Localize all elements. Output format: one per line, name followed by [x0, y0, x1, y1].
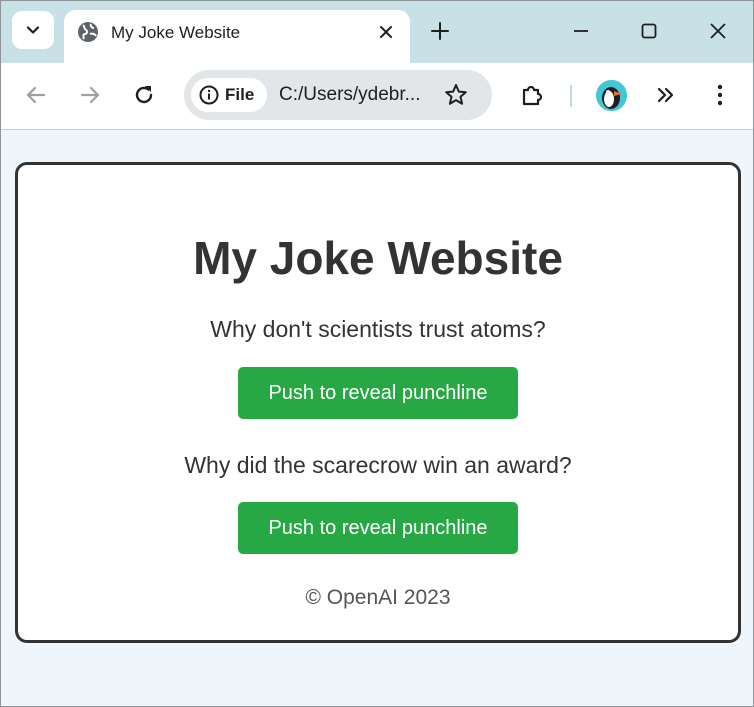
back-arrow-icon[interactable] — [23, 82, 49, 108]
chevron-down-icon — [26, 26, 40, 34]
joke-question: Why did the scarecrow win an award? — [184, 452, 572, 478]
puffin-avatar-icon — [596, 80, 627, 111]
more-menu-icon[interactable] — [707, 82, 733, 108]
toolbar-divider — [570, 85, 572, 107]
browser-toolbar: File C:/Users/ydebr... — [1, 63, 753, 130]
page-title: My Joke Website — [193, 232, 563, 284]
tab-active[interactable]: My Joke Website — [64, 10, 410, 63]
joke-card: My Joke Website Why don't scientists tru… — [15, 162, 741, 643]
extensions-puzzle-icon[interactable] — [519, 82, 545, 108]
joke-question: Why don't scientists trust atoms? — [210, 316, 546, 342]
forward-arrow-icon[interactable] — [77, 82, 103, 108]
url-text[interactable]: C:/Users/ydebr... — [279, 84, 421, 106]
site-chip-label: File — [225, 85, 255, 104]
reveal-punchline-button[interactable]: Push to reveal punchline — [238, 367, 518, 419]
footer-copyright: © OpenAI 2023 — [305, 586, 451, 609]
maximize-icon[interactable] — [638, 20, 660, 42]
minimize-icon[interactable] — [570, 20, 592, 42]
site-info-chip[interactable]: File — [191, 78, 267, 112]
bookmark-star-icon[interactable] — [443, 82, 469, 108]
reveal-punchline-button[interactable]: Push to reveal punchline — [238, 502, 518, 554]
globe-icon — [78, 22, 98, 42]
tab-title: My Joke Website — [111, 23, 241, 42]
new-tab-plus-icon[interactable] — [429, 20, 451, 42]
info-icon — [199, 85, 219, 105]
profile-avatar[interactable] — [596, 80, 627, 111]
tab-strip: My Joke Website — [1, 1, 753, 63]
tab-search-button[interactable] — [12, 11, 54, 49]
chevron-double-right-icon[interactable] — [653, 82, 679, 108]
address-bar[interactable]: File C:/Users/ydebr... — [184, 70, 492, 120]
reload-icon[interactable] — [131, 82, 157, 108]
close-window-icon[interactable] — [707, 20, 729, 42]
close-tab-icon[interactable] — [376, 22, 396, 42]
browser-window: My Joke Website File C:/Users/ydebr... M… — [0, 0, 754, 707]
page-viewport: My Joke Website Why don't scientists tru… — [1, 131, 753, 706]
